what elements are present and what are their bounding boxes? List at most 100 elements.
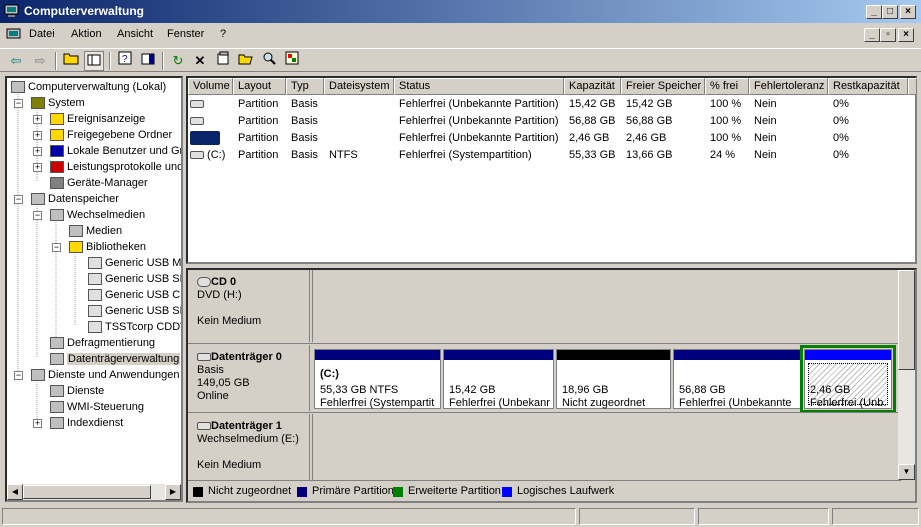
tree-expand-toggle[interactable]: +: [33, 131, 42, 140]
tree-item[interactable]: Medien: [69, 223, 122, 239]
refresh-icon[interactable]: ↻: [168, 51, 188, 71]
tree-expand-toggle[interactable]: +: [33, 115, 42, 124]
minimize-button[interactable]: _: [866, 5, 882, 19]
tree-collapse-toggle[interactable]: −: [14, 195, 23, 204]
column-header[interactable]: Typ: [286, 78, 324, 95]
column-header[interactable]: % frei: [705, 78, 749, 95]
column-header[interactable]: Fehlertoleranz: [749, 78, 828, 95]
back-arrow-icon[interactable]: ⇦: [6, 51, 26, 71]
show-pane-icon[interactable]: [138, 51, 158, 71]
disk-0-info[interactable]: Datenträger 0 Basis 149,05 GB Online: [189, 345, 310, 411]
forward-arrow-icon[interactable]: ⇨: [30, 51, 50, 71]
menu-fenster[interactable]: Fenster: [167, 28, 204, 40]
table-row[interactable]: Partition Basis Fehlerfrei (Unbekannte Par…: [188, 96, 915, 113]
column-header[interactable]: Restkapazität: [828, 78, 908, 95]
tree-item[interactable]: Generic USB SD: [88, 271, 181, 287]
disk-scroll-thumb[interactable]: [898, 270, 915, 370]
child-restore-button[interactable]: ▫: [880, 28, 896, 42]
tree-item[interactable]: Defragmentierung: [50, 335, 155, 351]
tree-item[interactable]: Datenträgerverwaltung: [50, 351, 181, 367]
disk-1-area[interactable]: [312, 414, 900, 480]
partition-block[interactable]: 18,96 GB Nicht zugeordnet: [556, 349, 671, 409]
table-row[interactable]: Partition Basis Fehlerfrei (Unbekannte Par…: [188, 113, 915, 130]
partition-block[interactable]: (C:) 55,33 GB NTFS Fehlerfrei (Systemparti…: [314, 349, 441, 409]
scroll-left-button[interactable]: ◀: [7, 484, 23, 500]
tree-expand-toggle[interactable]: +: [33, 147, 42, 156]
menu-help[interactable]: ?: [220, 28, 226, 40]
title-bar[interactable]: Computerverwaltung _ □ ×: [0, 0, 921, 23]
tree-expand-toggle[interactable]: +: [33, 163, 42, 172]
tree-item[interactable]: Leistungsprotokolle und: [50, 159, 181, 175]
column-header[interactable]: Volume: [188, 78, 233, 95]
disk-cd0-info[interactable]: CD 0 DVD (H:) Kein Medium: [189, 270, 310, 342]
tree-item[interactable]: Generic USB SM: [88, 303, 181, 319]
column-header[interactable]: Status: [394, 78, 564, 95]
partition-block[interactable]: 15,42 GB Fehlerfrei (Unbekanr: [443, 349, 554, 409]
tree-item[interactable]: Freigegebene Ordner: [50, 127, 172, 143]
tree-scroll-thumb[interactable]: [23, 485, 151, 499]
table-cell: Nein: [754, 149, 777, 161]
tree-item[interactable]: Dienste: [50, 383, 104, 399]
scroll-right-button[interactable]: ▶: [165, 484, 181, 500]
column-header[interactable]: Freier Speicher: [621, 78, 705, 95]
table-row[interactable]: Partition Basis Fehlerfrei (Unbekannte Par…: [188, 130, 915, 147]
legend-label: Primäre Partition: [312, 485, 394, 497]
column-header[interactable]: Layout: [233, 78, 286, 95]
tree-collapse-toggle[interactable]: −: [14, 371, 23, 380]
tree-collapse-toggle[interactable]: −: [14, 99, 23, 108]
child-close-button[interactable]: ×: [898, 28, 914, 42]
tree-item[interactable]: Geräte-Manager: [50, 175, 148, 191]
menu-datei[interactable]: Datei: [29, 28, 55, 40]
show-tree-icon[interactable]: [84, 51, 104, 71]
tree-item[interactable]: System: [31, 95, 85, 111]
column-header[interactable]: Dateisystem: [324, 78, 394, 95]
tree-item[interactable]: Wechselmedien: [50, 207, 145, 223]
tree-collapse-toggle[interactable]: −: [52, 243, 61, 252]
tree-item[interactable]: Datenspeicher: [31, 191, 119, 207]
settings-icon[interactable]: [282, 51, 302, 71]
disk-cd0-area[interactable]: [312, 270, 900, 342]
column-header[interactable]: Kapazität: [564, 78, 621, 95]
removable-disk-icon: [197, 422, 211, 431]
tree-item[interactable]: Generic USB MS: [88, 255, 181, 271]
table-row[interactable]: (C:) Partition Basis NTFS Fehlerfrei (System…: [188, 147, 915, 164]
partition-color-bar: [674, 350, 801, 360]
search-icon[interactable]: [259, 51, 279, 71]
disk-1-info[interactable]: Datenträger 1 Wechselmedium (E:) Kein Me…: [189, 414, 310, 480]
system-tools-icon: [31, 97, 45, 110]
child-minimize-button[interactable]: _: [864, 28, 880, 42]
tree-expand-toggle[interactable]: +: [33, 419, 42, 428]
delete-icon[interactable]: ✕: [190, 51, 210, 71]
volume-label: (C:): [204, 149, 226, 161]
tree-item-label: Dienste und Anwendungen: [48, 369, 180, 381]
tree-item[interactable]: Computerverwaltung (Lokal): [11, 79, 166, 95]
legend-swatch: [297, 487, 307, 497]
disk-0-partitions: (C:) 55,33 GB NTFS Fehlerfrei (Systemparti…: [312, 345, 900, 413]
tree-item[interactable]: WMI-Steuerung: [50, 399, 144, 415]
folder-icon: [69, 241, 83, 254]
tree-horizontal-scrollbar[interactable]: ◀ ▶: [7, 484, 181, 500]
properties-icon[interactable]: [213, 51, 233, 71]
tree-collapse-toggle[interactable]: −: [33, 211, 42, 220]
scroll-down-button[interactable]: ▼: [898, 464, 915, 480]
disk-vertical-scrollbar[interactable]: ▼: [898, 270, 915, 480]
tree-item[interactable]: Lokale Benutzer und Gr: [50, 143, 181, 159]
help-icon[interactable]: ?: [115, 51, 135, 71]
drive-icon: [88, 305, 102, 318]
open-folder-icon[interactable]: [236, 51, 256, 71]
tree-item[interactable]: Generic USB CF: [88, 287, 181, 303]
menu-aktion[interactable]: Aktion: [71, 28, 102, 40]
tree-item[interactable]: Bibliotheken: [69, 239, 146, 255]
up-folder-icon[interactable]: [61, 51, 81, 71]
partition-block[interactable]: 2,46 GB Fehlerfrei (Unb.: [800, 345, 896, 413]
toolbar: ⇦ ⇨ ? ↻ ✕: [0, 48, 921, 72]
tree-item[interactable]: Dienste und Anwendungen: [31, 367, 180, 383]
maximize-button[interactable]: □: [882, 5, 898, 19]
menu-ansicht[interactable]: Ansicht: [117, 28, 153, 40]
menu-bar: Datei Aktion Ansicht Fenster ? _ ▫ ×: [0, 24, 921, 46]
tree-item[interactable]: Ereignisanzeige: [50, 111, 145, 127]
close-button[interactable]: ×: [900, 5, 916, 19]
tree-item[interactable]: Indexdienst: [50, 415, 123, 431]
partition-block[interactable]: 56,88 GB Fehlerfrei (Unbekannte: [673, 349, 802, 409]
tree-item[interactable]: TSSTcorp CDDV: [88, 319, 181, 335]
